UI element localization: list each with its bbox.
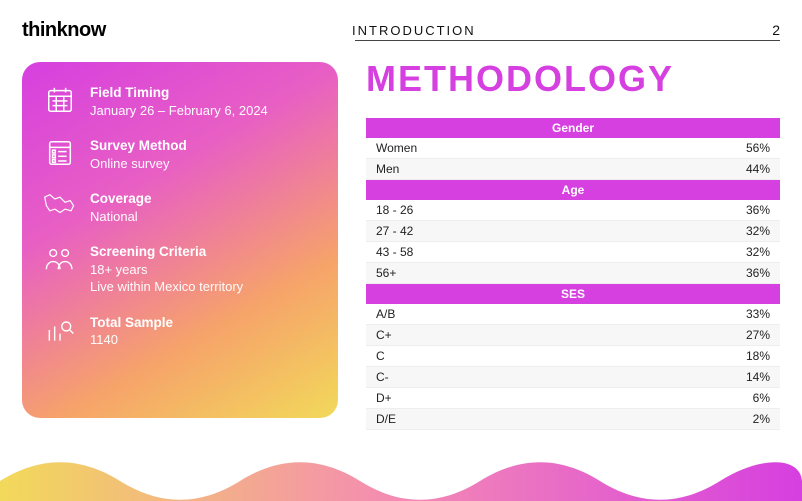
table-row: 27 - 42 32% [366,221,780,242]
section-gender-label: Gender [366,118,780,138]
section-age: Age [366,180,780,201]
survey-method-sub: Online survey [90,155,318,173]
row-label: Men [366,159,720,180]
screening-sub1: 18+ years [90,261,318,279]
table-row: Men 44% [366,159,780,180]
coverage-title: Coverage [90,190,318,208]
field-timing-title: Field Timing [90,84,318,102]
section-gender: Gender [366,118,780,138]
screening-title: Screening Criteria [90,243,318,261]
row-value: 6% [720,388,780,409]
row-value: 33% [720,304,780,325]
row-value: 27% [720,325,780,346]
row-label: D/E [366,409,720,430]
row-value: 56% [720,138,780,159]
section-age-label: Age [366,180,780,201]
page-title: METHODOLOGY [366,58,780,100]
section-ses-label: SES [366,284,780,305]
table-row: A/B 33% [366,304,780,325]
screening-item: Screening Criteria 18+ years Live within… [42,243,318,296]
row-value: 32% [720,221,780,242]
row-label: Women [366,138,720,159]
row-value: 36% [720,200,780,221]
field-timing-item: Field Timing January 26 – February 6, 20… [42,84,318,119]
coverage-sub: National [90,208,318,226]
row-label: 18 - 26 [366,200,720,221]
coverage-item: Coverage National [42,190,318,225]
survey-icon [42,137,78,168]
table-row: C+ 27% [366,325,780,346]
row-label: A/B [366,304,720,325]
survey-method-title: Survey Method [90,137,318,155]
screening-sub2: Live within Mexico territory [90,278,318,296]
row-label: D+ [366,388,720,409]
main-panel: METHODOLOGY Gender Women 56% Men 44% Age… [366,62,780,430]
total-sample-sub: 1140 [90,331,318,349]
map-icon [42,190,78,217]
row-value: 36% [720,263,780,284]
row-value: 18% [720,346,780,367]
brand-logo: thinknow [22,19,352,42]
table-row: D+ 6% [366,388,780,409]
row-label: 27 - 42 [366,221,720,242]
row-label: 43 - 58 [366,242,720,263]
methodology-card: Field Timing January 26 – February 6, 20… [22,62,338,418]
total-sample-item: Total Sample 1140 [42,314,318,349]
table-row: 43 - 58 32% [366,242,780,263]
row-label: C- [366,367,720,388]
section-ses: SES [366,284,780,305]
row-value: 44% [720,159,780,180]
data-table: Gender Women 56% Men 44% Age 18 - 26 36%… [366,118,780,430]
field-timing-sub: January 26 – February 6, 2024 [90,102,318,120]
table-row: 18 - 26 36% [366,200,780,221]
table-row: D/E 2% [366,409,780,430]
table-row: 56+ 36% [366,263,780,284]
table-row: C- 14% [366,367,780,388]
table-row: C 18% [366,346,780,367]
wave-decoration [0,451,802,501]
row-value: 32% [720,242,780,263]
row-label: 56+ [366,263,720,284]
people-icon [42,243,78,274]
row-label: C [366,346,720,367]
calendar-icon [42,84,78,115]
page-number: 2 [772,22,780,38]
header: thinknow INTRODUCTION 2 [0,0,802,44]
row-value: 2% [720,409,780,430]
total-sample-title: Total Sample [90,314,318,332]
table-row: Women 56% [366,138,780,159]
survey-method-item: Survey Method Online survey [42,137,318,172]
chart-search-icon [42,314,78,345]
header-section-title: INTRODUCTION [352,23,772,38]
row-value: 14% [720,367,780,388]
row-label: C+ [366,325,720,346]
header-divider [355,40,780,41]
